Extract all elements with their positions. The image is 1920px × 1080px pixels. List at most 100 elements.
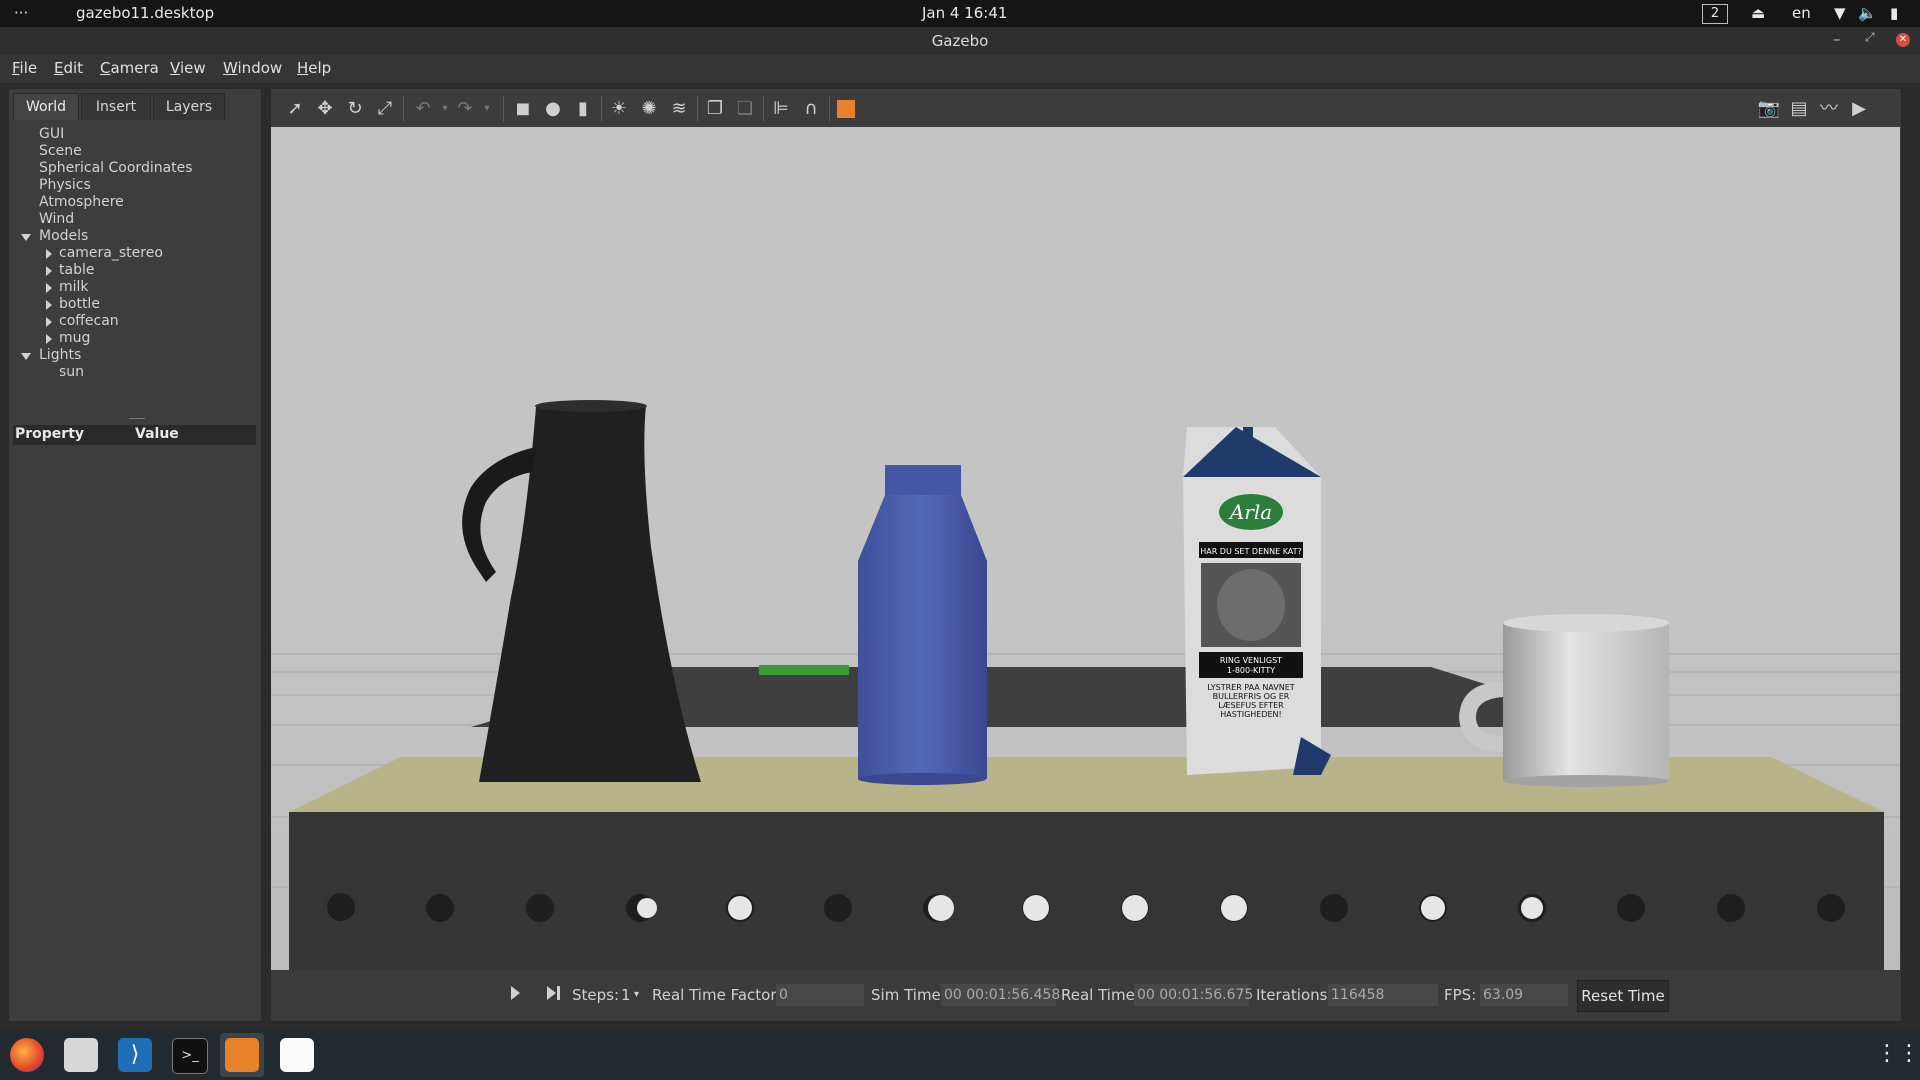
scene-render: Arla HAR DU SET DENNE KAT? RING VENLIGST… <box>271 400 1900 970</box>
3d-viewport[interactable]: Arla HAR DU SET DENNE KAT? RING VENLIGST… <box>271 127 1900 970</box>
sphere-shape-icon[interactable]: ● <box>541 97 565 121</box>
vscode-icon[interactable]: ⟩ <box>118 1038 152 1072</box>
plot-icon[interactable]: 〰 <box>1817 97 1841 121</box>
tree-item-model[interactable]: coffecan <box>59 313 119 329</box>
cylinder-shape-icon[interactable]: ▮ <box>571 97 595 121</box>
scale-mode-icon[interactable]: ⤢ <box>373 97 397 121</box>
sim-time-label: Sim Time: <box>871 986 946 1004</box>
eject-icon[interactable]: ⏏ <box>1751 4 1765 22</box>
gazebo-icon[interactable] <box>225 1038 259 1072</box>
view-angle-icon[interactable] <box>837 100 855 118</box>
tree-item-lights[interactable]: Lights <box>39 347 81 363</box>
point-light-icon[interactable]: ☀ <box>607 97 631 121</box>
carton-callout-2: 1-800-KITTY <box>1227 666 1275 675</box>
screenshot-icon[interactable]: 📷 <box>1757 97 1781 121</box>
menu-edit[interactable]: Edit <box>54 59 83 77</box>
play-icon[interactable] <box>511 986 520 1000</box>
wifi-icon[interactable]: ▼ <box>1834 4 1846 22</box>
real-time-factor-label: Real Time Factor: <box>652 986 782 1004</box>
splitter-handle[interactable] <box>129 418 145 419</box>
battery-icon[interactable]: ▮ <box>1890 4 1898 22</box>
tree-item-wind[interactable]: Wind <box>39 211 74 227</box>
bottle-model[interactable] <box>858 465 987 785</box>
activities-dots[interactable]: ··· <box>14 4 28 22</box>
minimize-icon[interactable]: – <box>1833 30 1841 48</box>
table-front <box>289 812 1884 970</box>
toolbar-separator <box>763 96 764 122</box>
align-icon[interactable]: ⊫ <box>769 97 793 121</box>
expand-icon[interactable] <box>46 283 52 293</box>
value-column-header: Value <box>135 426 179 442</box>
expand-icon[interactable] <box>46 300 52 310</box>
redo-icon[interactable]: ↷ <box>453 97 477 121</box>
fps-label: FPS: <box>1444 986 1477 1004</box>
redo-dropdown-icon[interactable]: ▾ <box>475 97 499 121</box>
real-time-factor-field: 0 <box>776 984 864 1006</box>
step-icon[interactable] <box>547 986 556 1000</box>
translate-mode-icon[interactable]: ✥ <box>313 97 337 121</box>
maximize-icon[interactable]: ⤢ <box>1865 30 1875 45</box>
language-indicator[interactable]: en <box>1792 4 1811 22</box>
menu-help[interactable]: Help <box>297 59 331 77</box>
video-record-icon[interactable]: ▶ <box>1847 97 1871 121</box>
expand-icon[interactable] <box>46 317 52 327</box>
tree-item-light[interactable]: sun <box>59 364 84 380</box>
steps-label: Steps: <box>572 986 620 1004</box>
tree-item-model[interactable]: mug <box>59 330 90 346</box>
coffee-pitcher-model[interactable] <box>462 400 701 782</box>
volume-icon[interactable]: 🔈 <box>1858 4 1877 22</box>
spot-light-icon[interactable]: ✺ <box>637 97 661 121</box>
firefox-icon[interactable] <box>10 1038 44 1072</box>
steps-spinbox[interactable]: 1 <box>621 986 631 1004</box>
milk-carton-model[interactable]: Arla HAR DU SET DENNE KAT? RING VENLIGST… <box>1183 427 1331 775</box>
log-icon[interactable]: ▤ <box>1787 97 1811 121</box>
system-top-bar: ··· gazebo11.desktop Jan 4 16:41 2 ⏏ en … <box>0 0 1920 27</box>
carton-headline: HAR DU SET DENNE KAT? <box>1200 547 1302 556</box>
expand-models-icon[interactable] <box>21 234 31 241</box>
tab-insert[interactable]: Insert <box>81 93 151 120</box>
tab-layers[interactable]: Layers <box>153 93 225 120</box>
screenshot-icon[interactable] <box>280 1038 314 1072</box>
menu-camera[interactable]: Camera <box>100 59 159 77</box>
copy-icon[interactable]: ❐ <box>703 97 727 121</box>
real-time-field: 00 00:01:56.675 <box>1134 984 1253 1006</box>
real-time-label: Real Time: <box>1061 986 1140 1004</box>
menu-window[interactable]: Window <box>223 59 282 77</box>
directional-light-icon[interactable]: ≋ <box>667 97 691 121</box>
select-mode-icon[interactable]: ➚ <box>283 97 307 121</box>
clock[interactable]: Jan 4 16:41 <box>922 4 1007 22</box>
tree-item-model[interactable]: table <box>59 262 94 278</box>
focused-app-name[interactable]: gazebo11.desktop <box>76 4 214 22</box>
undo-icon[interactable]: ↶ <box>411 97 435 121</box>
steps-dropdown-icon[interactable]: ▾ <box>634 989 639 1000</box>
app-grid-icon[interactable]: ⋮⋮⋮ <box>1876 1042 1920 1066</box>
tree-item-gui[interactable]: GUI <box>39 126 64 142</box>
tree-item-scene[interactable]: Scene <box>39 143 82 159</box>
snap-icon[interactable]: ∩ <box>799 97 823 121</box>
taskbar-dock: ⟩ >_ ⋮⋮⋮ <box>0 1030 1920 1080</box>
tree-item-model[interactable]: camera_stereo <box>59 245 163 261</box>
expand-icon[interactable] <box>46 334 52 344</box>
paste-icon[interactable]: ❏ <box>733 97 757 121</box>
files-icon[interactable] <box>64 1038 98 1072</box>
reset-time-button[interactable]: Reset Time <box>1577 980 1669 1012</box>
terminal-icon[interactable]: >_ <box>172 1038 208 1074</box>
expand-lights-icon[interactable] <box>21 353 31 360</box>
menu-file[interactable]: File <box>12 59 37 77</box>
tree-item-model[interactable]: milk <box>59 279 89 295</box>
box-shape-icon[interactable]: ◼ <box>511 97 535 121</box>
step-bar-icon <box>557 986 560 1000</box>
expand-icon[interactable] <box>46 266 52 276</box>
workspace-indicator[interactable]: 2 <box>1702 4 1728 24</box>
window-title: Gazebo <box>931 32 989 50</box>
menu-view[interactable]: View <box>170 59 206 77</box>
tree-item-physics[interactable]: Physics <box>39 177 91 193</box>
tree-item-model[interactable]: bottle <box>59 296 100 312</box>
tree-item-models[interactable]: Models <box>39 228 88 244</box>
expand-icon[interactable] <box>46 249 52 259</box>
close-icon[interactable]: ✕ <box>1896 33 1910 47</box>
tree-item-spherical-coordinates[interactable]: Spherical Coordinates <box>39 160 193 176</box>
tree-item-atmosphere[interactable]: Atmosphere <box>39 194 124 210</box>
rotate-mode-icon[interactable]: ↻ <box>343 97 367 121</box>
tab-world[interactable]: World <box>13 93 79 120</box>
